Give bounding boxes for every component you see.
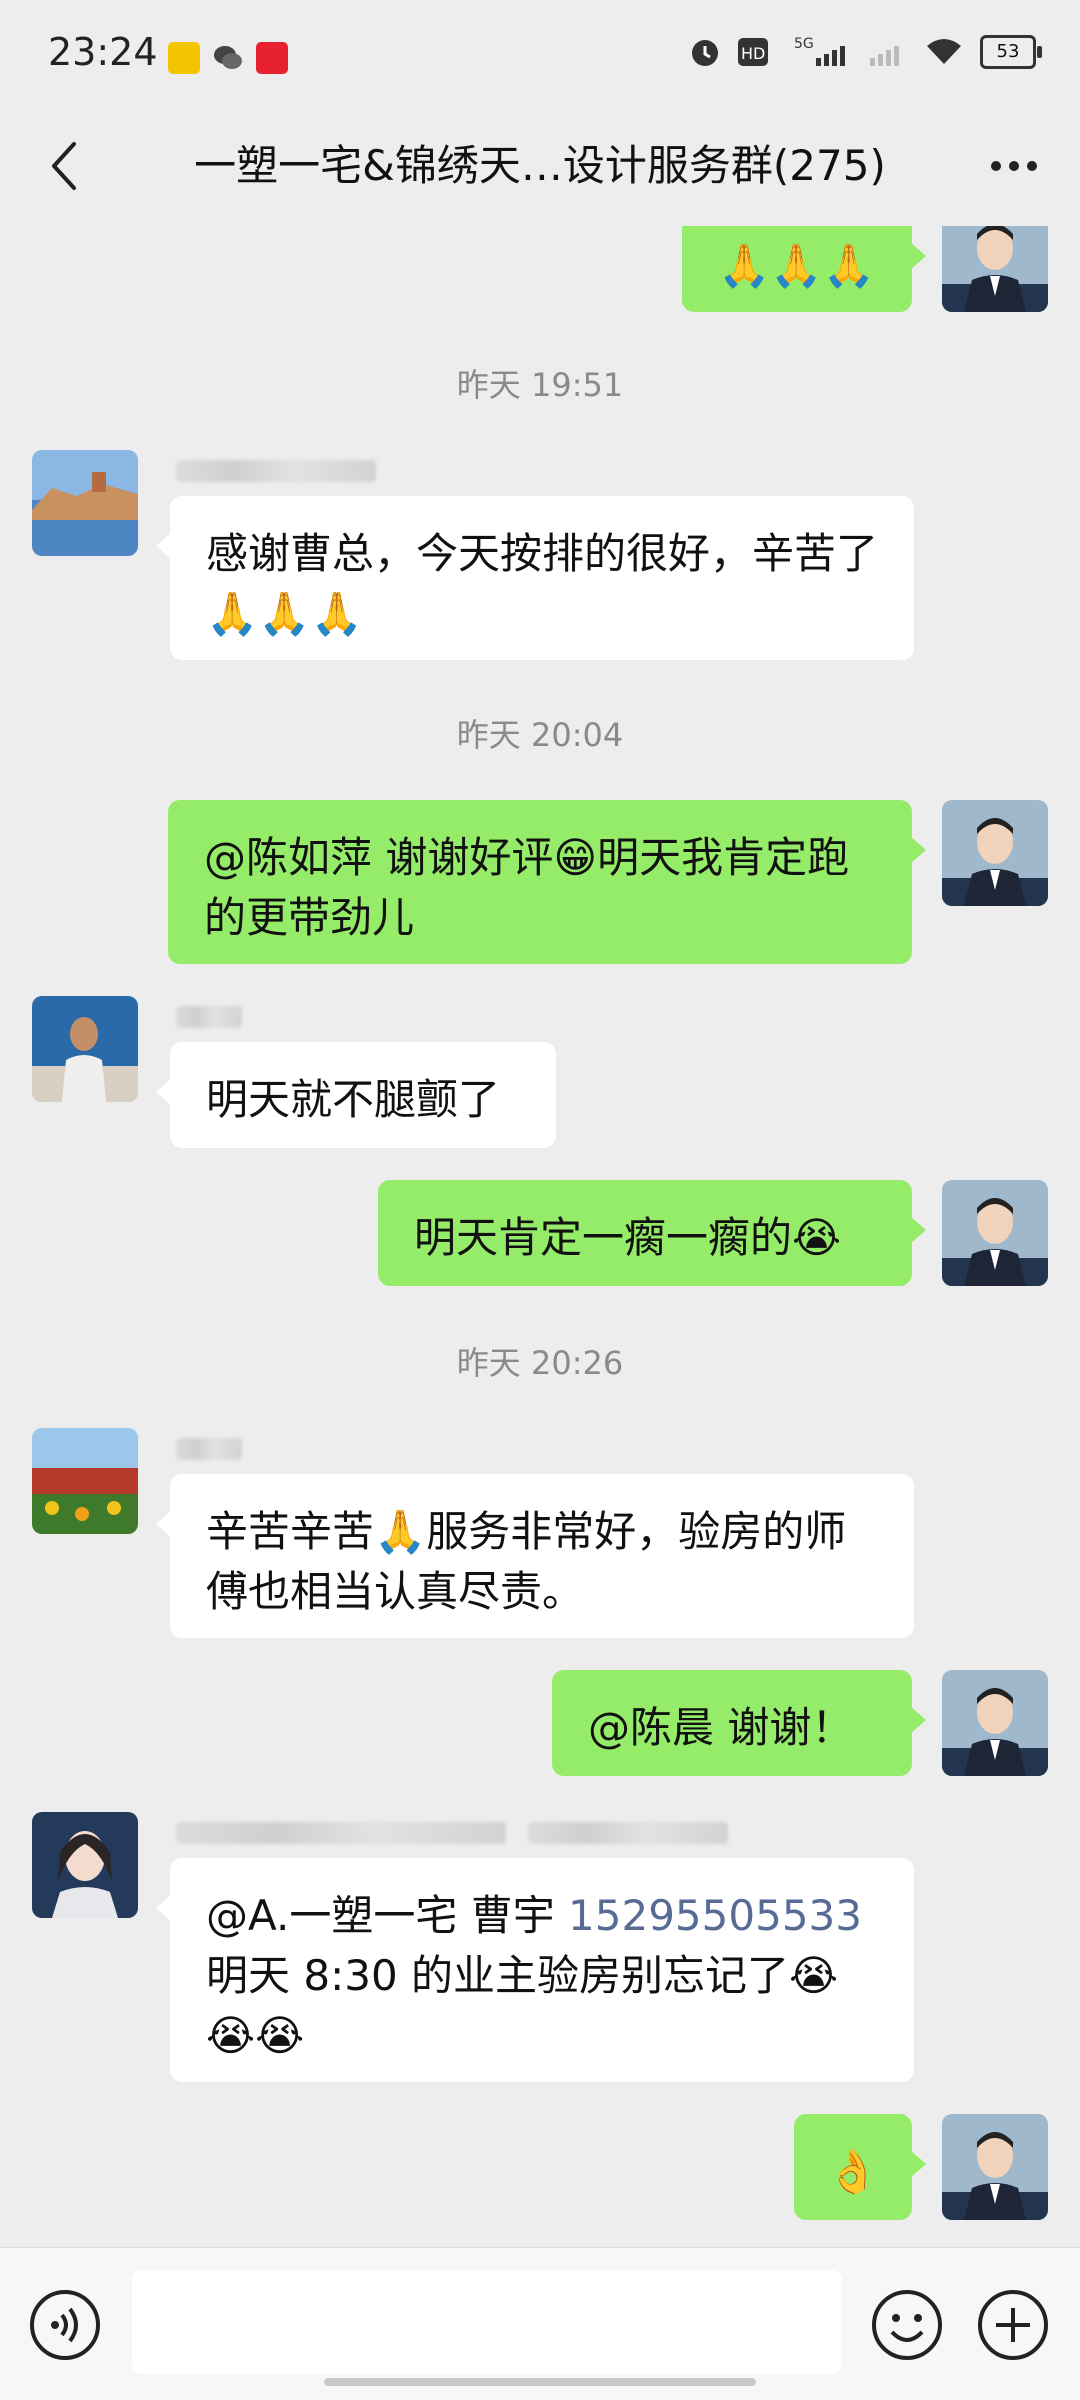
incoming-message[interactable]: 感谢曹总，今天按排的很好，辛苦了🙏🙏🙏 bbox=[156, 496, 914, 660]
app-notification-icon bbox=[168, 42, 200, 74]
my-avatar[interactable] bbox=[942, 1670, 1048, 1776]
outgoing-message[interactable]: @陈如萍 谢谢好评😁明天我肯定跑的更带劲儿 bbox=[168, 800, 926, 964]
voice-icon[interactable] bbox=[28, 2288, 102, 2362]
incoming-message[interactable]: 明天就不腿颤了 bbox=[156, 1042, 556, 1148]
more-dots-icon[interactable] bbox=[978, 134, 1050, 198]
status-bar: 23:24 HD 5G 53 bbox=[0, 0, 1080, 112]
status-icons: HD 5G 53 bbox=[688, 34, 1042, 70]
battery-indicator: 53 bbox=[980, 35, 1042, 69]
chat-title: 一塑一宅&锦绣天…设计服务群(275) bbox=[194, 141, 886, 190]
member-avatar[interactable] bbox=[32, 1812, 138, 1918]
svg-text:5G: 5G bbox=[794, 36, 814, 52]
message-input[interactable] bbox=[132, 2270, 842, 2374]
incoming-message[interactable]: 辛苦辛苦🙏服务非常好，验房的师傅也相当认真尽责。 bbox=[156, 1474, 914, 1638]
message-list[interactable]: 🙏🙏🙏 昨天 19:51 感谢曹总，今天按排的很好，辛苦了🙏🙏🙏 昨天 20:0… bbox=[0, 226, 1080, 2248]
signal-5g-icon: 5G bbox=[794, 34, 852, 70]
incoming-message[interactable]: @A.一塑一宅 曹宇 15295505533 明天 8:30 的业主验房别忘记了😭… bbox=[156, 1858, 914, 2082]
emoji-icon[interactable] bbox=[870, 2288, 944, 2362]
input-bar bbox=[0, 2247, 1080, 2400]
hd-icon: HD bbox=[738, 36, 778, 68]
chat-header: 一塑一宅&锦绣天…设计服务群(275) bbox=[0, 112, 1080, 226]
outgoing-message[interactable]: 明天肯定一瘸一瘸的😭 bbox=[378, 1180, 926, 1286]
my-avatar[interactable] bbox=[942, 226, 1048, 312]
my-avatar[interactable] bbox=[942, 800, 1048, 906]
member-name-blurred bbox=[176, 460, 376, 482]
member-name-blurred bbox=[176, 1006, 242, 1028]
status-time: 23:24 bbox=[48, 30, 158, 74]
member-role-blurred bbox=[528, 1822, 728, 1844]
member-avatar[interactable] bbox=[32, 996, 138, 1102]
signal-icon bbox=[868, 36, 908, 68]
message-mention[interactable]: @A.一塑一宅 曹宇 bbox=[206, 1891, 568, 1940]
member-avatar[interactable] bbox=[32, 1428, 138, 1534]
message-text: 明天 8:30 的业主验房别忘记了😭😭😭 bbox=[206, 1951, 839, 2060]
my-avatar[interactable] bbox=[942, 1180, 1048, 1286]
member-name-blurred bbox=[176, 1438, 242, 1460]
my-avatar[interactable] bbox=[942, 2114, 1048, 2220]
timestamp: 昨天 20:26 bbox=[456, 1344, 624, 1382]
wechat-notification-icon bbox=[212, 42, 244, 74]
member-avatar[interactable] bbox=[32, 450, 138, 556]
wifi-icon bbox=[924, 36, 964, 68]
back-arrow-icon[interactable] bbox=[34, 134, 98, 198]
outgoing-message[interactable]: 🙏🙏🙏 bbox=[682, 226, 926, 312]
phone-number-link[interactable]: 15295505533 bbox=[568, 1891, 862, 1940]
home-indicator[interactable] bbox=[324, 2378, 756, 2386]
timestamp: 昨天 20:04 bbox=[456, 716, 624, 754]
outgoing-message[interactable]: 👌 bbox=[794, 2114, 926, 2220]
timestamp: 昨天 19:51 bbox=[456, 366, 624, 404]
svg-text:HD: HD bbox=[741, 44, 765, 63]
member-name-blurred bbox=[176, 1822, 506, 1844]
news-notification-icon bbox=[256, 42, 288, 74]
outgoing-message[interactable]: @陈晨 谢谢！ bbox=[552, 1670, 926, 1776]
plus-icon[interactable] bbox=[976, 2288, 1050, 2362]
alarm-icon bbox=[688, 35, 722, 69]
